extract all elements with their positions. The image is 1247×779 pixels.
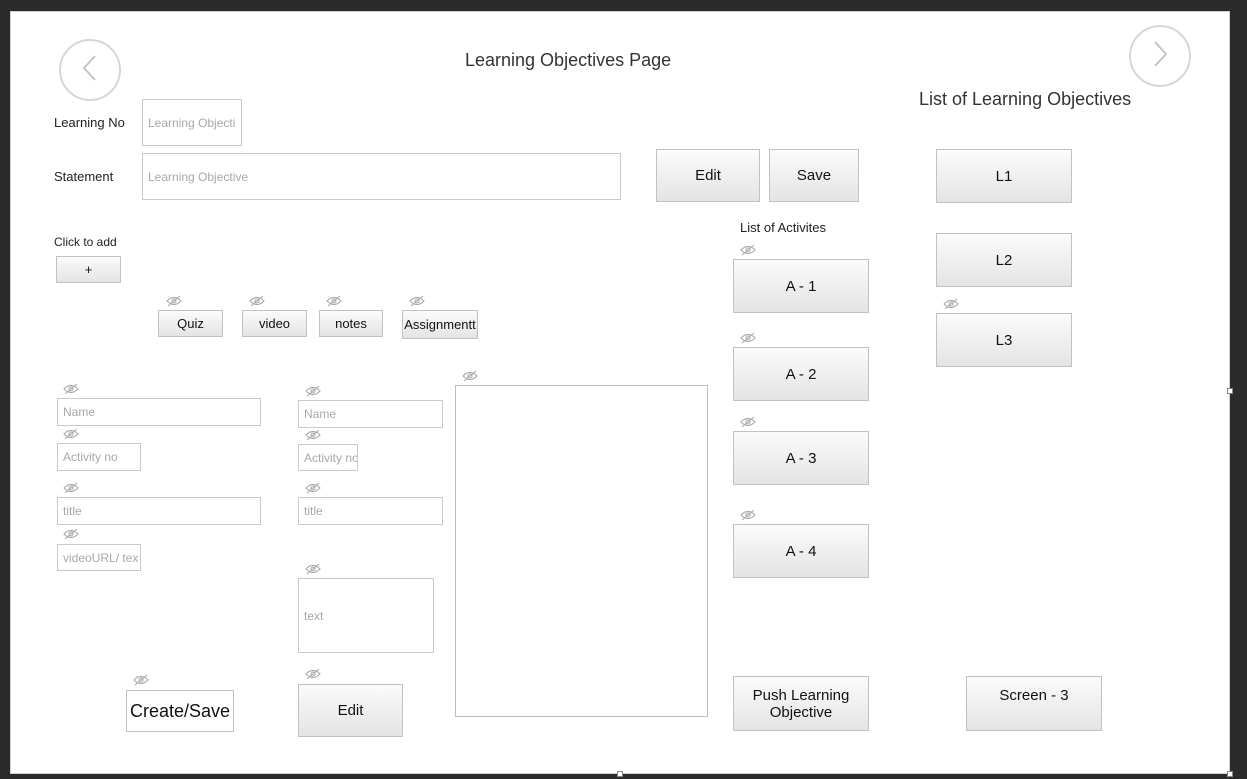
activity-item[interactable]: A - 1: [733, 259, 869, 313]
eye-off-icon[interactable]: [305, 429, 321, 441]
notes-text-input[interactable]: text: [298, 578, 434, 653]
learning-no-label: Learning No: [54, 115, 125, 130]
chevron-right-icon: [1150, 39, 1170, 74]
activity-item[interactable]: A - 4: [733, 524, 869, 578]
notes-edit-button[interactable]: Edit: [298, 684, 403, 737]
eye-off-icon[interactable]: [409, 295, 425, 307]
eye-off-icon[interactable]: [740, 509, 756, 521]
eye-off-icon[interactable]: [943, 298, 959, 310]
page-title: Learning Objectives Page: [465, 50, 672, 70]
resize-handle[interactable]: [1227, 771, 1233, 777]
activities-list-title: List of Activites: [740, 220, 826, 235]
video-title-input[interactable]: title: [57, 497, 261, 525]
click-to-add-label: Click to add: [54, 235, 117, 249]
forward-button[interactable]: [1129, 25, 1191, 87]
eye-off-icon[interactable]: [63, 428, 79, 440]
screen-3-button[interactable]: Screen - 3: [966, 676, 1102, 731]
objective-item[interactable]: L3: [936, 313, 1072, 367]
push-learning-objective-button[interactable]: Push Learning Objective: [733, 676, 869, 731]
learning-no-input[interactable]: Learning Objecti: [142, 99, 242, 146]
eye-off-icon[interactable]: [462, 370, 478, 382]
assignment-button[interactable]: Assignmentt: [402, 310, 478, 339]
notes-name-input[interactable]: Name: [298, 400, 443, 428]
video-activity-no-input[interactable]: Activity no: [57, 443, 141, 471]
save-objective-button[interactable]: Save: [769, 149, 859, 202]
eye-off-icon[interactable]: [133, 674, 149, 686]
quiz-button[interactable]: Quiz: [158, 310, 223, 337]
eye-off-icon[interactable]: [63, 528, 79, 540]
preview-panel: [455, 385, 708, 717]
resize-handle[interactable]: [1227, 388, 1233, 394]
eye-off-icon[interactable]: [305, 668, 321, 680]
add-activity-button[interactable]: +: [56, 256, 121, 283]
notes-button[interactable]: notes: [319, 310, 383, 337]
chevron-left-icon: [80, 53, 100, 88]
activity-item[interactable]: A - 2: [733, 347, 869, 401]
notes-title-input[interactable]: title: [298, 497, 443, 525]
edit-objective-button[interactable]: Edit: [656, 149, 760, 202]
eye-off-icon[interactable]: [63, 482, 79, 494]
eye-off-icon[interactable]: [305, 563, 321, 575]
video-url-input[interactable]: videoURL/ tex: [57, 544, 141, 571]
eye-off-icon[interactable]: [249, 295, 265, 307]
eye-off-icon[interactable]: [63, 383, 79, 395]
eye-off-icon[interactable]: [740, 244, 756, 256]
statement-label: Statement: [54, 169, 114, 184]
resize-handle[interactable]: [617, 771, 623, 777]
objective-item[interactable]: L1: [936, 149, 1072, 203]
eye-off-icon[interactable]: [740, 332, 756, 344]
create-save-button[interactable]: Create/Save: [126, 690, 234, 732]
objective-item[interactable]: L2: [936, 233, 1072, 287]
activity-item[interactable]: A - 3: [733, 431, 869, 485]
video-button[interactable]: video: [242, 310, 307, 337]
objectives-list-title: List of Learning Objectives: [919, 89, 1132, 109]
eye-off-icon[interactable]: [740, 416, 756, 428]
eye-off-icon[interactable]: [305, 482, 321, 494]
notes-activity-no-input[interactable]: Activity no: [298, 444, 358, 471]
statement-input[interactable]: Learning Objective: [142, 153, 621, 200]
eye-off-icon[interactable]: [305, 385, 321, 397]
eye-off-icon[interactable]: [326, 295, 342, 307]
eye-off-icon[interactable]: [166, 295, 182, 307]
back-button[interactable]: [59, 39, 121, 101]
wireframe-canvas: Learning Objectives Page List of Learnin…: [10, 11, 1230, 774]
video-name-input[interactable]: Name: [57, 398, 261, 426]
